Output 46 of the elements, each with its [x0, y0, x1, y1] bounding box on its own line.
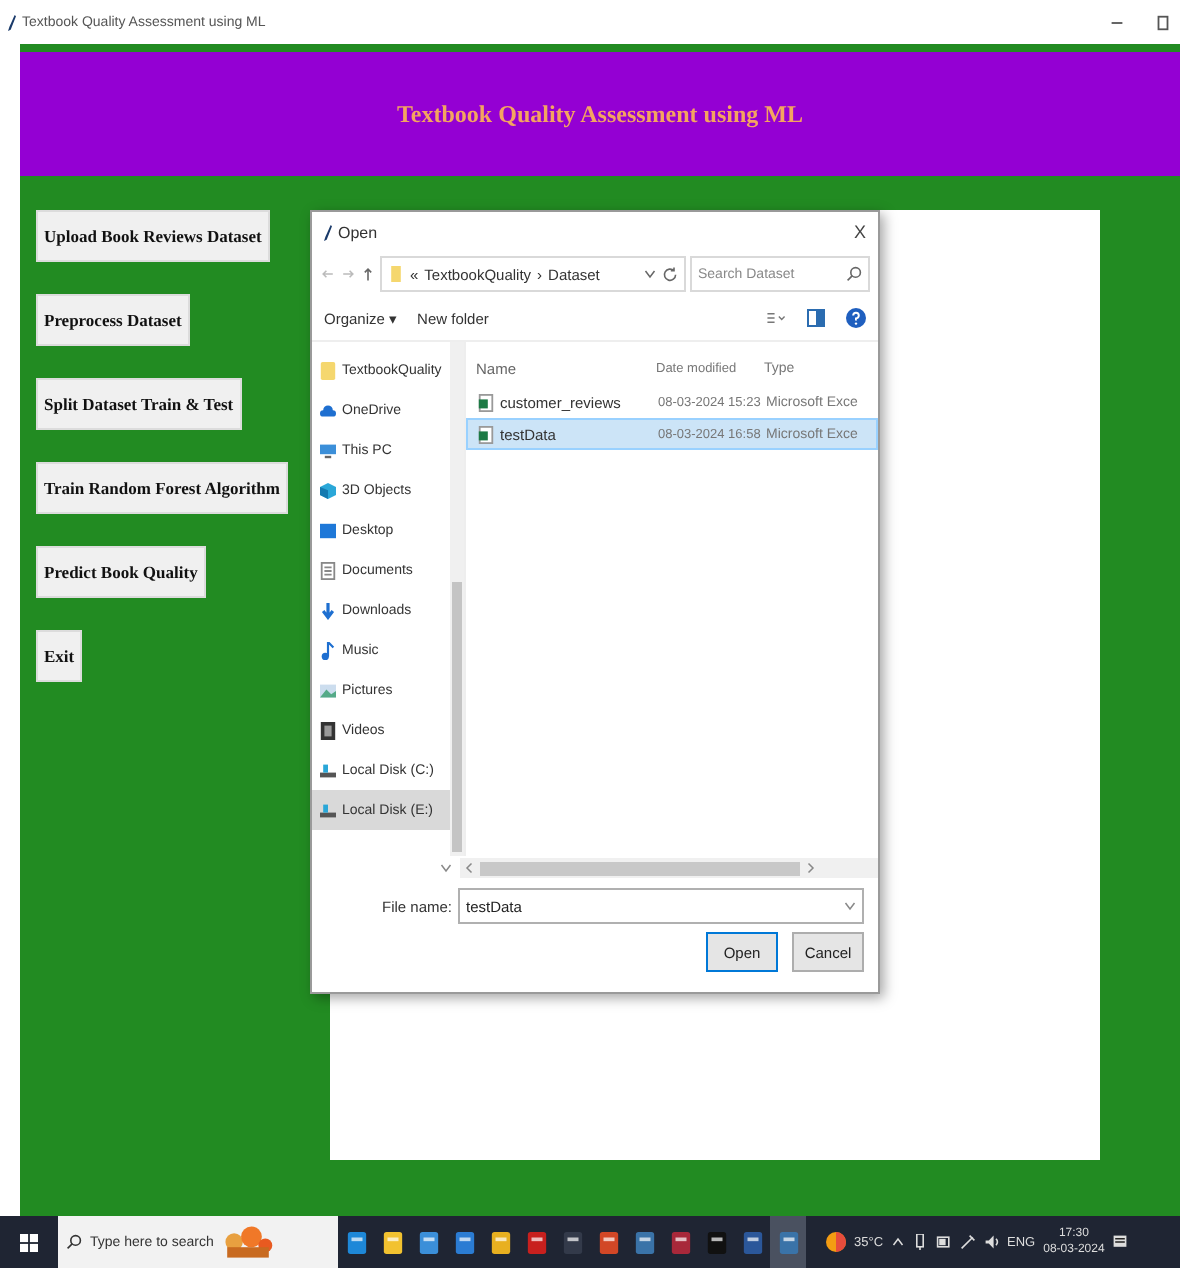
drive-icon [320, 801, 336, 819]
view-options-icon[interactable] [766, 308, 786, 328]
refresh-icon[interactable] [662, 266, 678, 282]
download-icon [320, 601, 336, 619]
cloud-icon [320, 401, 336, 419]
search-icon [66, 1234, 82, 1250]
close-button[interactable]: X [853, 222, 866, 242]
action-button[interactable]: Exit [36, 630, 83, 682]
help-icon[interactable] [846, 308, 866, 328]
desktop-icon [320, 521, 336, 539]
pen-icon[interactable] [959, 1234, 976, 1250]
feather-icon [8, 13, 16, 31]
pictures-icon [320, 681, 336, 699]
battery-icon[interactable] [935, 1234, 952, 1250]
scroll-thumb[interactable] [452, 582, 462, 852]
figures-icon [221, 1224, 274, 1260]
scroll-thumb[interactable] [480, 861, 800, 875]
cube-icon [320, 481, 336, 499]
film-icon [320, 721, 336, 739]
app-title: Textbook Quality Assessment using ML [397, 99, 803, 129]
computer-icon [320, 441, 336, 459]
preview-pane-icon[interactable] [806, 308, 826, 328]
chevron-down-icon[interactable] [440, 862, 452, 874]
music-note-icon [320, 641, 336, 659]
action-button[interactable]: Upload Book Reviews Dataset [36, 210, 270, 262]
up-arrow-icon[interactable] [360, 266, 376, 282]
horizontal-scrollbar[interactable] [460, 858, 878, 878]
action-button[interactable]: Split Dataset Train & Test [36, 378, 242, 430]
dialog-title: Open [338, 223, 378, 241]
weather-icon [826, 1232, 846, 1252]
search-icon [846, 266, 862, 282]
action-button[interactable]: Predict Book Quality [36, 546, 206, 598]
speaker-icon[interactable] [983, 1234, 1000, 1250]
windows-start-icon[interactable] [20, 1233, 38, 1251]
scroll-left-icon[interactable] [464, 862, 476, 874]
chevron-down-icon[interactable] [844, 900, 856, 912]
action-button[interactable]: Preprocess Dataset [36, 294, 190, 346]
vertical-scrollbar[interactable] [450, 342, 464, 856]
chevron-up-icon[interactable] [891, 1236, 904, 1248]
chevron-down-icon[interactable] [644, 268, 656, 280]
drive-icon [320, 761, 336, 779]
action-button[interactable]: Train Random Forest Algorithm [36, 462, 288, 514]
maximize-icon[interactable] [1154, 13, 1172, 31]
notification-icon[interactable] [1112, 1234, 1129, 1250]
network-icon[interactable] [911, 1234, 928, 1250]
scroll-right-icon[interactable] [804, 862, 816, 874]
